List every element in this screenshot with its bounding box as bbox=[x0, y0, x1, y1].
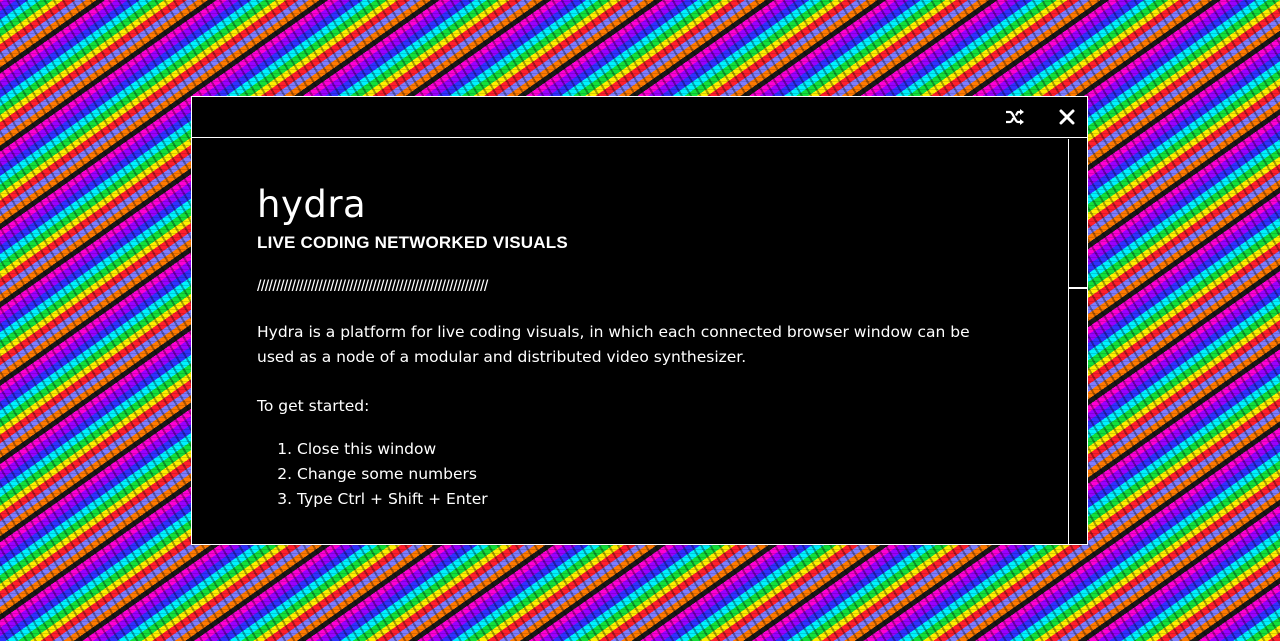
close-button[interactable] bbox=[1056, 106, 1078, 128]
steps-list: Close this window Change some numbers Ty… bbox=[257, 437, 997, 512]
step-item: Close this window bbox=[297, 437, 997, 462]
step-item: Type Ctrl + Shift + Enter bbox=[297, 487, 997, 512]
intro-content: hydra LIVE CODING NETWORKED VISUALS ////… bbox=[257, 183, 997, 512]
step-item: Change some numbers bbox=[297, 462, 997, 487]
close-icon bbox=[1059, 109, 1075, 125]
shuffle-button[interactable] bbox=[1004, 106, 1026, 128]
scrollbar-thumb[interactable] bbox=[1069, 139, 1087, 289]
modal-scrollbar[interactable] bbox=[1068, 139, 1087, 544]
description-text: Hydra is a platform for live coding visu… bbox=[257, 323, 970, 366]
slash-divider: ////////////////////////////////////////… bbox=[257, 278, 488, 295]
app-title: hydra bbox=[257, 183, 367, 226]
shuffle-icon bbox=[1006, 109, 1024, 125]
modal-body: hydra LIVE CODING NETWORKED VISUALS ////… bbox=[192, 138, 1068, 544]
info-modal: hydra LIVE CODING NETWORKED VISUALS ////… bbox=[191, 96, 1088, 545]
app-subtitle: LIVE CODING NETWORKED VISUALS bbox=[257, 233, 568, 252]
get-started-label: To get started: bbox=[257, 397, 370, 415]
modal-header bbox=[192, 97, 1087, 138]
